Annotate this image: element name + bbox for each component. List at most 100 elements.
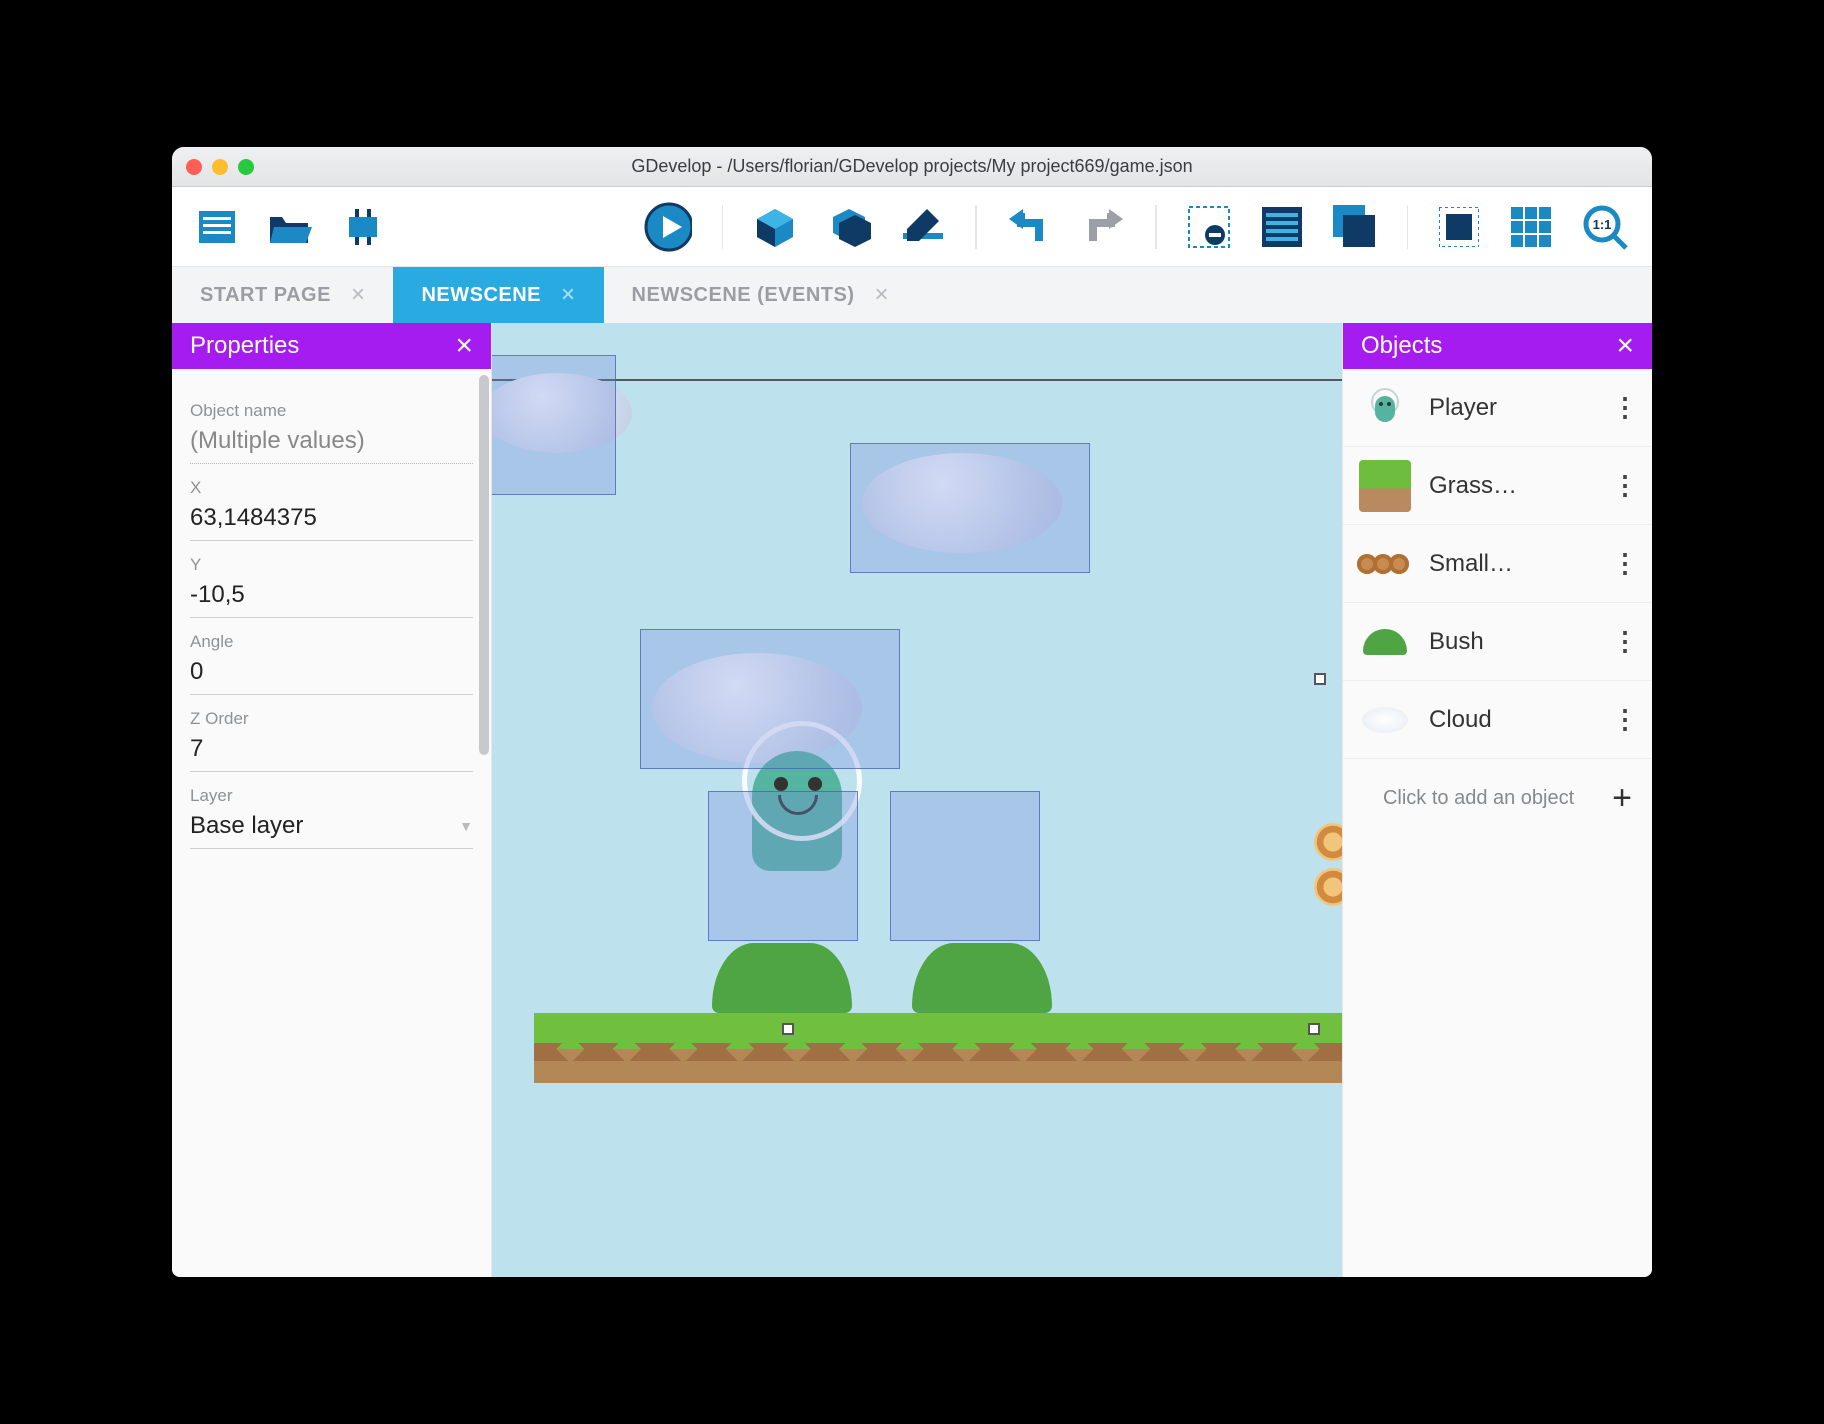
object-row-grass[interactable]: Grass… ⋮ xyxy=(1343,447,1652,525)
tab-newscene-events[interactable]: NEWSCENE (EVENTS) × xyxy=(604,267,917,323)
selection-box[interactable] xyxy=(708,791,858,941)
player-icon xyxy=(1359,382,1411,434)
object-row-bush[interactable]: Bush ⋮ xyxy=(1343,603,1652,681)
selection-handle[interactable] xyxy=(782,1023,794,1035)
zoom-reset-button[interactable]: 1:1 xyxy=(1582,203,1628,251)
grid-toggle-button[interactable] xyxy=(1510,203,1552,251)
object-row-player[interactable]: Player ⋮ xyxy=(1343,369,1652,447)
bush-icon xyxy=(1359,616,1411,668)
x-field[interactable]: 63,1484375 xyxy=(190,498,473,541)
ground-instance[interactable] xyxy=(534,1013,1342,1083)
tab-start-page[interactable]: START PAGE × xyxy=(172,267,393,323)
toolbar-separator xyxy=(975,205,977,249)
app-window: GDevelop - /Users/florian/GDevelop proje… xyxy=(172,147,1652,1277)
scene-canvas[interactable] xyxy=(492,323,1342,1277)
panel-title: Objects xyxy=(1361,332,1442,360)
object-row-small[interactable]: Small… ⋮ xyxy=(1343,525,1652,603)
close-icon[interactable]: × xyxy=(455,329,473,363)
selection-box[interactable] xyxy=(890,791,1040,941)
bush-instance[interactable] xyxy=(712,943,852,1013)
zoom-window-button[interactable] xyxy=(238,159,254,175)
cloud-icon xyxy=(1359,694,1411,746)
more-icon[interactable]: ⋮ xyxy=(1612,548,1636,579)
minimize-window-button[interactable] xyxy=(212,159,228,175)
redo-button[interactable] xyxy=(1081,203,1125,251)
edit-layer-button[interactable] xyxy=(901,203,945,251)
undo-button[interactable] xyxy=(1007,203,1051,251)
grass-icon xyxy=(1359,460,1411,512)
coin-instance[interactable] xyxy=(1314,823,1342,861)
properties-header[interactable]: Properties × xyxy=(172,323,491,369)
selection-box[interactable] xyxy=(492,355,616,495)
add-object-button[interactable] xyxy=(753,203,797,251)
more-icon[interactable]: ⋮ xyxy=(1612,704,1636,735)
add-object-row[interactable]: Click to add an object + xyxy=(1343,759,1652,837)
play-button[interactable] xyxy=(644,203,692,251)
y-label: Y xyxy=(190,555,473,575)
more-icon[interactable]: ⋮ xyxy=(1612,392,1636,423)
tab-newscene[interactable]: NEWSCENE × xyxy=(393,267,603,323)
selection-box[interactable] xyxy=(850,443,1090,573)
close-icon[interactable]: × xyxy=(561,281,576,309)
angle-label: Angle xyxy=(190,632,473,652)
mask-toggle-button[interactable] xyxy=(1438,203,1480,251)
more-icon[interactable]: ⋮ xyxy=(1612,470,1636,501)
objects-panel-button[interactable] xyxy=(1333,203,1377,251)
tab-label: NEWSCENE (EVENTS) xyxy=(632,284,855,307)
object-row-cloud[interactable]: Cloud ⋮ xyxy=(1343,681,1652,759)
close-icon[interactable]: × xyxy=(351,281,366,309)
layers-button[interactable] xyxy=(1187,203,1231,251)
angle-field[interactable]: 0 xyxy=(190,652,473,695)
scrollbar-thumb[interactable] xyxy=(479,375,489,755)
properties-body: Object name (Multiple values) X 63,14843… xyxy=(172,369,491,1277)
x-label: X xyxy=(190,478,473,498)
selection-handle[interactable] xyxy=(1314,673,1326,685)
selection-box[interactable] xyxy=(640,629,900,769)
main-toolbar: 1:1 xyxy=(172,187,1652,267)
toolbar-separator xyxy=(722,205,724,249)
objects-header[interactable]: Objects × xyxy=(1343,323,1652,369)
coin-instance[interactable] xyxy=(1314,868,1342,906)
scene-origin-line xyxy=(492,379,1342,381)
layer-select[interactable]: Base layer ▼ xyxy=(190,806,473,849)
extensions-button[interactable] xyxy=(342,203,384,251)
bridge-icon xyxy=(1359,538,1411,590)
instances-list-button[interactable] xyxy=(1261,203,1303,251)
close-window-button[interactable] xyxy=(186,159,202,175)
workspace: Properties × Object name (Multiple value… xyxy=(172,323,1652,1277)
svg-text:1:1: 1:1 xyxy=(1593,217,1612,232)
layer-label: Layer xyxy=(190,786,473,806)
selection-handle[interactable] xyxy=(1308,1023,1320,1035)
object-label: Player xyxy=(1429,394,1594,422)
object-label: Bush xyxy=(1429,628,1594,656)
zorder-label: Z Order xyxy=(190,709,473,729)
titlebar: GDevelop - /Users/florian/GDevelop proje… xyxy=(172,147,1652,187)
object-name-field[interactable]: (Multiple values) xyxy=(190,421,473,464)
layer-value: Base layer xyxy=(190,812,303,840)
objects-panel: Objects × Player ⋮ Grass… ⋮ xyxy=(1342,323,1652,1277)
properties-panel: Properties × Object name (Multiple value… xyxy=(172,323,492,1277)
window-title: GDevelop - /Users/florian/GDevelop proje… xyxy=(186,156,1638,177)
close-icon[interactable]: × xyxy=(1616,329,1634,363)
object-label: Grass… xyxy=(1429,472,1594,500)
plus-icon: + xyxy=(1612,779,1632,818)
bush-instance[interactable] xyxy=(912,943,1052,1013)
object-label: Small… xyxy=(1429,550,1594,578)
add-instance-button[interactable] xyxy=(827,203,871,251)
tab-label: NEWSCENE xyxy=(421,284,541,307)
add-object-label: Click to add an object xyxy=(1363,787,1594,810)
tab-bar: START PAGE × NEWSCENE × NEWSCENE (EVENTS… xyxy=(172,267,1652,323)
more-icon[interactable]: ⋮ xyxy=(1612,626,1636,657)
zorder-field[interactable]: 7 xyxy=(190,729,473,772)
close-icon[interactable]: × xyxy=(875,281,890,309)
object-name-label: Object name xyxy=(190,401,473,421)
toolbar-separator xyxy=(1407,205,1409,249)
project-manager-button[interactable] xyxy=(196,203,238,251)
y-field[interactable]: -10,5 xyxy=(190,575,473,618)
toolbar-separator xyxy=(1155,205,1157,249)
object-list: Player ⋮ Grass… ⋮ Small… ⋮ Bush ⋮ xyxy=(1343,369,1652,1277)
open-project-button[interactable] xyxy=(268,203,312,251)
tab-label: START PAGE xyxy=(200,284,331,307)
panel-title: Properties xyxy=(190,332,299,360)
window-controls xyxy=(186,159,254,175)
